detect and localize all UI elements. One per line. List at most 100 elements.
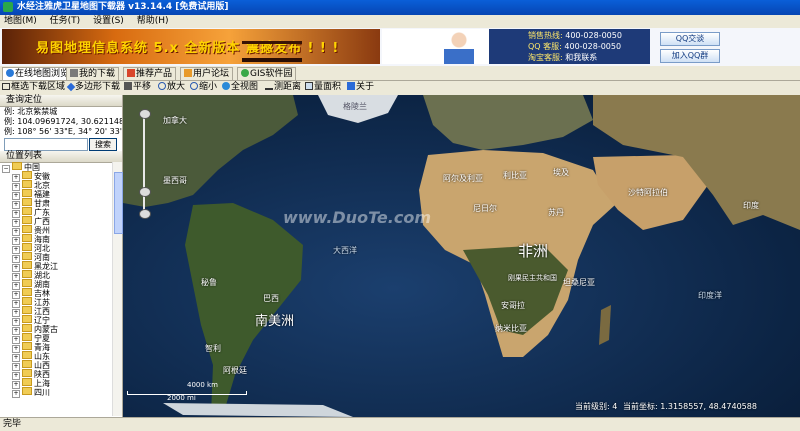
qq-chat-button[interactable]: QQ交谈 [660,32,720,46]
folder-icon [22,216,32,224]
ship-silhouette [242,41,302,62]
folder-icon [22,261,32,269]
zoom-out-button[interactable]: 缩小 [190,81,217,94]
map-label-argentina: 阿根廷 [223,366,247,375]
tree-node-heilongjiang[interactable]: + 黑龙江 [12,261,58,272]
tree-node-hubei[interactable]: + 湖北 [12,270,50,281]
menu-settings[interactable]: 设置(S) [93,16,124,26]
ad-banner[interactable]: 易图地理信息系统 5.x 全新版本 震撼发布 ! ! ! [2,29,380,64]
tree-node-jiangxi[interactable]: + 江西 [12,306,50,317]
hotline-row-sales: 销售热线: 400-028-0050 [528,31,622,40]
map-label-indian-ocean: 印度洋 [698,291,722,300]
search-input[interactable] [4,138,88,151]
menu-bar: 地图(M) 任务(T) 设置(S) 帮助(H) [0,15,800,28]
tree-node-henan[interactable]: + 河南 [12,252,50,263]
tab-forum[interactable]: 用户论坛 [180,67,234,80]
tree-node-hunan[interactable]: + 湖南 [12,279,50,290]
antarctica-landmass [163,403,353,417]
zoom-handle[interactable] [139,187,151,197]
tree-node-fujian[interactable]: + 福建 [12,189,50,200]
app-icon [3,2,13,12]
tree-node-shanghai[interactable]: + 上海 [12,378,50,389]
tree-node-gansu[interactable]: + 甘肃 [12,198,50,209]
scale-bar: 4000 km 2000 mi [127,381,247,402]
folder-icon [22,378,32,386]
folder-icon [22,189,32,197]
map-label-tanzania: 坦桑尼亚 [563,278,595,287]
expand-icon[interactable]: + [12,390,20,398]
folder-icon [22,333,32,341]
map-label-niger: 尼日尔 [473,204,497,213]
tab-online-map[interactable]: 在线地图浏览 [2,67,74,80]
tree-node-shanxi[interactable]: + 山西 [12,360,50,371]
map-label-saudi-arabia: 沙特阿拉伯 [628,188,668,197]
measure-area-button[interactable]: 量面积 [305,81,341,94]
map-label-south-america: 南美洲 [255,314,295,329]
map-label-africa: 非洲 [518,242,549,260]
tree-scrollbar[interactable] [112,162,123,416]
measure-distance-button[interactable]: 测距离 [265,81,301,94]
collapse-icon[interactable]: − [2,165,10,173]
hotline-banner[interactable]: 销售热线: 400-028-0050 QQ 客服: 400-028-0050 淘… [382,29,650,64]
tree-scrollbar-thumb[interactable] [114,172,123,234]
tab-bar: 在线地图浏览 我的下载 推荐产品 用户论坛 GIS软件园 [0,66,800,81]
status-text: 完毕 [3,419,22,429]
folder-icon [22,207,32,215]
info-icon [347,82,355,90]
tree-node-qinghai[interactable]: + 青海 [12,342,50,353]
map-label-sudan: 苏丹 [548,208,564,217]
search-button[interactable]: 搜索 [89,138,117,151]
zoom-top-knob[interactable] [139,109,151,119]
pan-button[interactable]: 平移 [124,81,151,94]
tree-node-jiangsu[interactable]: + 江苏 [12,297,50,308]
scale-km-label: 4000 km [187,381,218,389]
zoom-slider[interactable] [139,109,151,219]
tree-node-liaoning[interactable]: + 辽宁 [12,315,50,326]
map-label-india: 印度 [743,201,759,210]
tab-my-downloads[interactable]: 我的下载 [66,67,120,80]
tab-recommended[interactable]: 推荐产品 [123,67,177,80]
tree-node-hebei[interactable]: + 河北 [12,243,50,254]
map-label-algeria: 阿尔及利亚 [443,174,483,183]
zoom-bottom-knob[interactable] [139,209,151,219]
about-button[interactable]: 关于 [347,81,374,94]
polygon-download-button[interactable]: 多边形下载 [66,81,120,94]
query-example-2: 例: 104.09691724, 30.62114865 [4,117,122,126]
full-view-icon [222,82,230,90]
menu-map[interactable]: 地图(M) [4,16,37,26]
tree-node-neimenggu[interactable]: + 内蒙古 [12,324,58,335]
tree-node-guangdong[interactable]: + 广东 [12,207,50,218]
tree-node-guangxi[interactable]: + 广西 [12,216,50,227]
box-download-button[interactable]: 框选下载区域 [2,81,65,94]
tree-node-sichuan[interactable]: + 四川 [12,387,50,398]
tree-node-beijing[interactable]: + 北京 [12,180,50,191]
tree-node-guizhou[interactable]: + 贵州 [12,225,50,236]
map-label-greenland: 格陵兰 [343,102,367,111]
qq-group-button[interactable]: 加入QQ群 [660,49,720,63]
tree-node-jilin[interactable]: + 吉林 [12,288,50,299]
folder-icon [22,288,32,296]
product-icon [127,69,135,77]
folder-icon [22,324,32,332]
satellite-map[interactable]: 非洲 南美洲 大西洋 巴西 阿根廷 秘鲁 阿尔及利亚 利比亚 埃及 尼日尔 苏丹… [123,95,800,417]
tree-node-shaanxi[interactable]: + 陕西 [12,369,50,380]
folder-icon [22,198,32,206]
tree-node-ningxia[interactable]: + 宁夏 [12,333,50,344]
tree-node-anhui[interactable]: + 安徽 [12,171,50,182]
watermark: www.DuoTe.com [283,208,431,227]
map-label-angola: 安哥拉 [501,301,525,310]
left-panel: 查询定位 例: 北京紫禁城 例: 104.09691724, 30.621148… [0,95,123,417]
menu-task[interactable]: 任务(T) [50,16,81,26]
zoom-in-button[interactable]: 放大 [158,81,185,94]
hotline-row-taobao: 淘宝客服: 和我联系 [528,53,598,62]
tree-node-shandong[interactable]: + 山东 [12,351,50,362]
tree-node-hainan[interactable]: + 海南 [12,234,50,245]
map-status-level: 当前级别: 4 [575,402,618,411]
folder-icon [22,171,32,179]
tree-node-root[interactable]: − 中国 [2,162,40,173]
menu-help[interactable]: 帮助(H) [137,16,169,26]
folder-icon [22,243,32,251]
folder-icon [22,351,32,359]
tab-gis-park[interactable]: GIS软件园 [237,67,297,80]
full-view-button[interactable]: 全视图 [222,81,258,94]
